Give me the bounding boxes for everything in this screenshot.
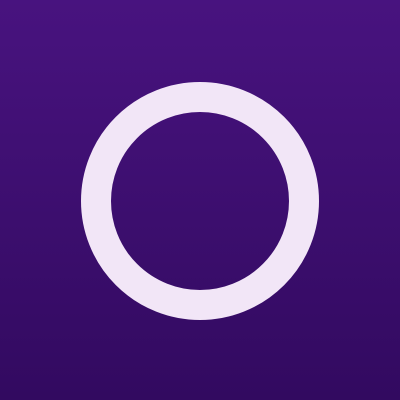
ring-icon <box>81 82 319 320</box>
app-icon-background <box>0 0 400 400</box>
ring-shape <box>81 82 319 320</box>
